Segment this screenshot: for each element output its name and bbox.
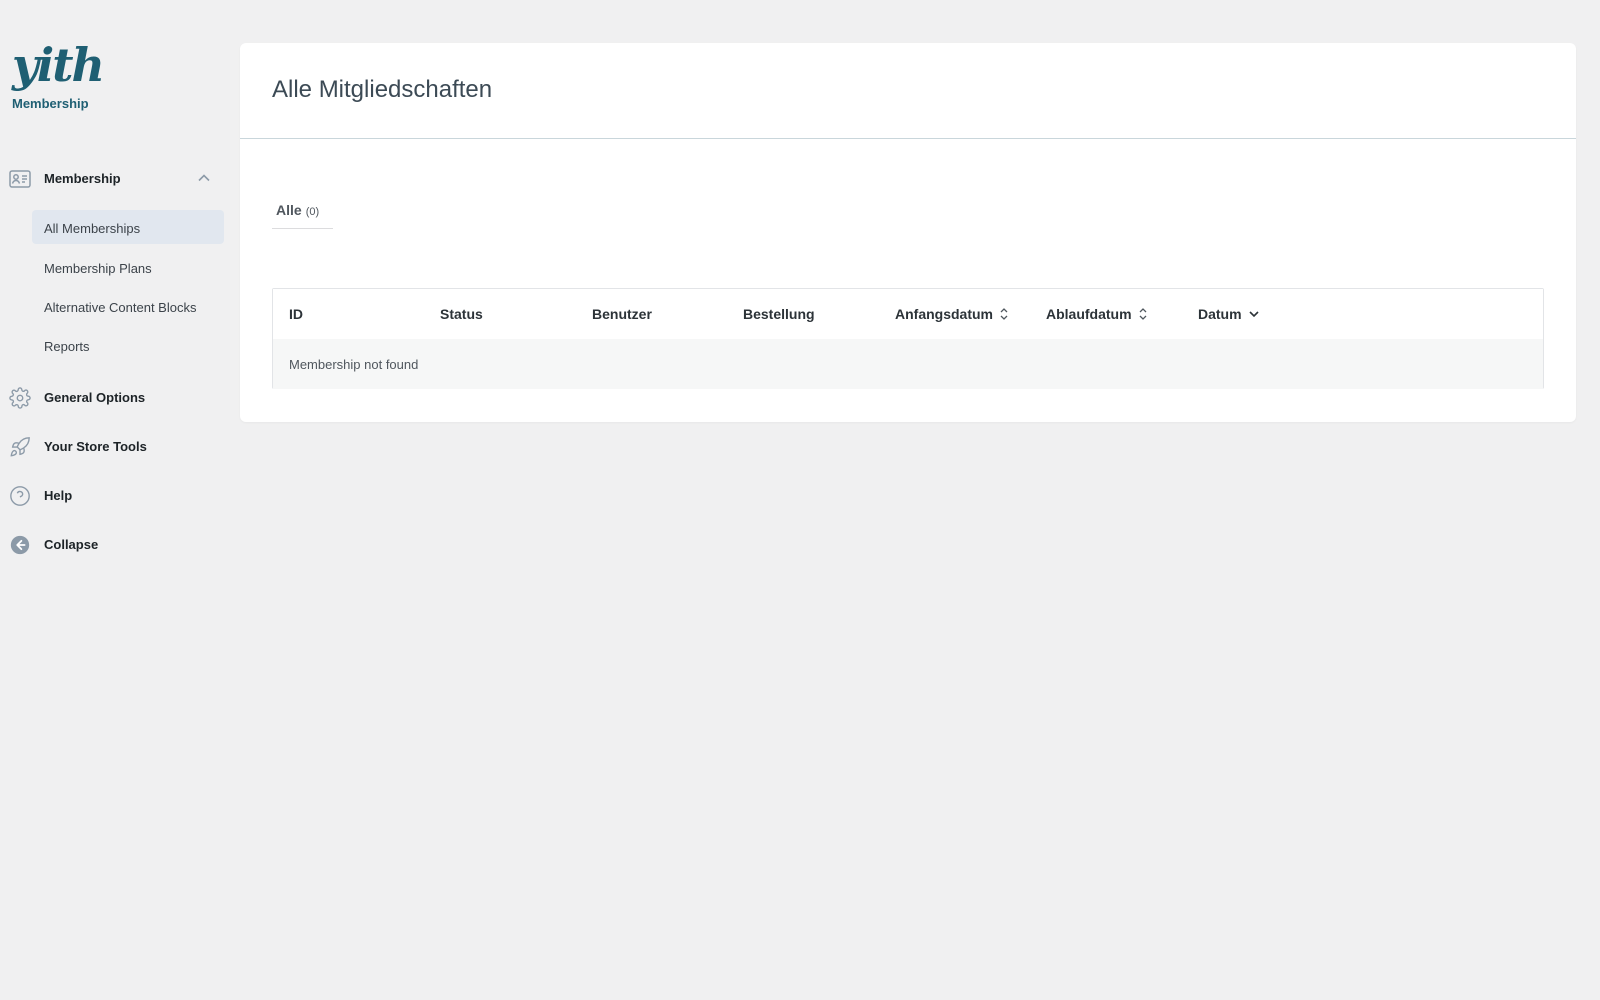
question-icon <box>9 485 31 507</box>
filter-tab-count: (0) <box>305 206 320 218</box>
sidebar-subitem-label: Alternative Content Blocks <box>44 300 197 315</box>
filter-tab-all[interactable]: Alle (0) <box>272 202 334 229</box>
empty-message: Membership not found <box>289 357 419 372</box>
rocket-icon <box>9 436 31 458</box>
filter-tab-label: Alle <box>276 202 302 218</box>
sidebar-item-store-tools[interactable]: Your Store Tools <box>0 431 224 461</box>
chevron-down-icon <box>1248 308 1260 320</box>
column-header-ablaufdatum[interactable]: Ablaufdatum <box>1046 306 1148 322</box>
gear-icon <box>9 387 31 409</box>
memberships-table: ID Status Benutzer Bestellung Anfangsdat… <box>272 288 1544 389</box>
page-header: Alle Mitgliedschaften <box>240 43 1576 139</box>
column-header-benutzer: Benutzer <box>592 306 652 322</box>
arrow-left-circle-icon <box>9 534 31 556</box>
sidebar-item-label: Help <box>44 488 73 503</box>
table-row-empty: Membership not found <box>273 339 1543 389</box>
sidebar-subitem-alternative-content-blocks[interactable]: Alternative Content Blocks <box>32 289 224 323</box>
sidebar-subitem-membership-plans[interactable]: Membership Plans <box>32 250 224 284</box>
page-title: Alle Mitgliedschaften <box>272 76 493 103</box>
sidebar-item-label: Collapse <box>44 537 99 552</box>
sort-icon <box>1138 307 1148 321</box>
column-header-datum[interactable]: Datum <box>1198 306 1260 322</box>
column-header-id: ID <box>289 306 303 322</box>
sidebar-collapse-button[interactable]: Collapse <box>0 529 224 559</box>
sidebar: yith Membership Membership All Membershi… <box>0 0 232 1000</box>
sort-icon <box>999 307 1009 321</box>
sidebar-item-help[interactable]: Help <box>0 480 224 510</box>
sidebar-item-membership[interactable]: Membership <box>0 163 224 193</box>
sidebar-item-label: General Options <box>44 390 146 405</box>
chevron-up-icon[interactable] <box>196 170 212 186</box>
column-header-status: Status <box>440 306 483 322</box>
yith-logo: yith <box>12 38 105 92</box>
sidebar-item-label: Your Store Tools <box>44 439 147 454</box>
sidebar-subitem-reports[interactable]: Reports <box>32 328 224 362</box>
brand[interactable]: yith Membership <box>12 38 105 111</box>
sidebar-item-general-options[interactable]: General Options <box>0 382 224 412</box>
column-header-bestellung: Bestellung <box>743 306 815 322</box>
main-card: Alle Mitgliedschaften Alle (0) ID Status … <box>240 43 1576 422</box>
sidebar-subitem-label: Reports <box>44 339 90 354</box>
brand-subtitle: Membership <box>12 96 89 111</box>
id-card-icon <box>9 168 31 190</box>
sidebar-subitem-label: All Memberships <box>44 221 141 236</box>
table-header: ID Status Benutzer Bestellung Anfangsdat… <box>273 289 1543 339</box>
sidebar-item-label: Membership <box>44 171 121 186</box>
sidebar-subitem-all-memberships[interactable]: All Memberships <box>32 210 224 244</box>
column-header-anfangsdatum[interactable]: Anfangsdatum <box>895 306 1009 322</box>
sidebar-subitem-label: Membership Plans <box>44 261 152 276</box>
